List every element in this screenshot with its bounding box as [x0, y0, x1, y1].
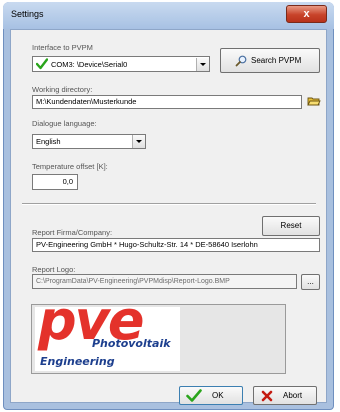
abort-button[interactable]: Abort	[253, 386, 317, 405]
reset-button[interactable]: Reset	[262, 216, 320, 236]
magnifier-icon	[235, 55, 247, 67]
language-dropdown-arrow[interactable]	[132, 135, 145, 148]
interface-value: COM3: \Device\Serial0	[51, 60, 128, 69]
temperature-offset-label: Temperature offset [K]:	[32, 162, 108, 171]
report-logo-path-field[interactable]: C:\ProgramData\PV-Engineering\PVPMdisp\R…	[32, 274, 297, 289]
temperature-offset-field[interactable]: 0,0	[32, 174, 78, 190]
interface-dropdown-arrow[interactable]	[196, 58, 209, 71]
close-button[interactable]: x	[286, 5, 327, 23]
logo-photovoltaik-text: Photovoltaik	[92, 337, 171, 350]
interface-combobox[interactable]: COM3: \Device\Serial0	[32, 56, 210, 72]
ok-button[interactable]: OK	[179, 386, 243, 405]
abort-x-icon	[261, 390, 273, 402]
search-pvpm-label: Search PVPM	[251, 56, 302, 65]
browse-logo-button[interactable]: ...	[301, 274, 320, 290]
window-title: Settings	[11, 9, 44, 19]
folder-open-icon[interactable]	[307, 96, 321, 107]
abort-label: Abort	[283, 391, 303, 400]
working-directory-field[interactable]: M:\Kundendaten\Musterkunde	[32, 95, 302, 109]
report-company-field[interactable]: PV-Engineering GmbH * Hugo-Schultz-Str. …	[32, 238, 320, 252]
dialogue-language-label: Dialogue language:	[32, 119, 97, 128]
report-logo-label: Report Logo:	[32, 265, 76, 274]
dialogue-language-value: English	[36, 137, 61, 146]
report-company-label: Report Firma/Company:	[32, 228, 113, 237]
ok-label: OK	[212, 391, 224, 400]
section-separator	[22, 203, 316, 205]
interface-label: Interface to PVPM	[32, 43, 93, 52]
dialogue-language-select[interactable]: English	[32, 134, 146, 149]
title-bar[interactable]	[3, 2, 334, 29]
logo-engineering-text: Engineering	[40, 355, 115, 368]
search-pvpm-button[interactable]: Search PVPM	[220, 48, 320, 73]
ok-check-icon	[186, 389, 202, 402]
working-directory-label: Working directory:	[32, 85, 93, 94]
green-check-icon	[36, 58, 48, 70]
